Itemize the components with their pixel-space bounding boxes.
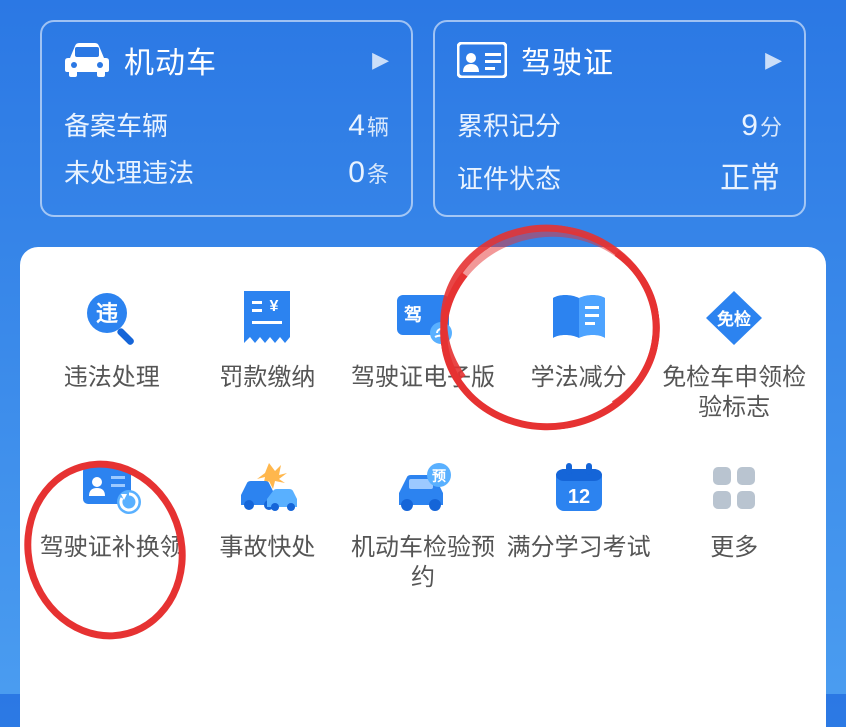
exempt-badge-icon: 免检 (699, 287, 769, 349)
svg-text:12: 12 (567, 486, 589, 508)
calendar-12-icon: 12 (544, 457, 614, 519)
service-license-replacement[interactable]: 驾驶证补换领 (34, 457, 190, 593)
receipt-icon: ¥ (232, 287, 302, 349)
license-card[interactable]: 驾驶证 ▶ 累积记分 9分 证件状态 正常 (433, 20, 806, 217)
id-card-icon (457, 42, 507, 78)
row-unit: 条 (367, 162, 389, 187)
service-label: 免检车申领检验标志 (656, 363, 812, 423)
row-value: 4 (348, 109, 365, 142)
svg-text:驾: 驾 (404, 304, 422, 325)
service-inspection-appointment[interactable]: 预 机动车检验预约 (345, 457, 501, 593)
open-book-icon (544, 287, 614, 349)
vehicle-card-header: 机动车 ▶ (64, 38, 389, 96)
service-label: 满分学习考试 (507, 533, 651, 563)
service-violation-handling[interactable]: 违 违法处理 (34, 287, 190, 423)
row-label: 累积记分 (457, 106, 561, 143)
vehicle-violations-row: 未处理违法 0条 (64, 153, 389, 190)
services-panel: 违 违法处理 ¥ 罚款缴纳 驾 (20, 247, 826, 727)
service-label: 驾驶证补换领 (40, 533, 184, 563)
row-label: 未处理违法 (64, 153, 194, 190)
license-points-row: 累积记分 9分 (457, 106, 782, 143)
vehicle-registered-row: 备案车辆 4辆 (64, 106, 389, 143)
chevron-right-icon: ▶ (765, 47, 782, 73)
service-full-points-study[interactable]: 12 满分学习考试 (501, 457, 657, 593)
chevron-right-icon: ▶ (372, 47, 389, 73)
services-grid: 违 违法处理 ¥ 罚款缴纳 驾 (34, 287, 812, 593)
license-card-header: 驾驶证 ▶ (457, 38, 782, 96)
service-accident-quick[interactable]: 事故快处 (190, 457, 346, 593)
service-exempt-inspection[interactable]: 免检 免检车申领检验标志 (656, 287, 812, 423)
row-value: 9 (741, 109, 758, 142)
service-label: 学法减分 (531, 363, 627, 393)
license-refresh-icon (77, 457, 147, 519)
more-grid-icon (699, 457, 769, 519)
row-unit: 辆 (367, 115, 389, 140)
violation-search-icon: 违 (77, 287, 147, 349)
service-label: 机动车检验预约 (345, 533, 501, 593)
vehicle-card-title: 机动车 (124, 38, 217, 82)
service-study-reduce-points[interactable]: 学法减分 (501, 287, 657, 423)
svg-text:免检: 免检 (717, 309, 751, 329)
service-fine-payment[interactable]: ¥ 罚款缴纳 (190, 287, 346, 423)
service-label: 违法处理 (64, 363, 160, 393)
row-unit: 分 (760, 115, 782, 140)
row-label: 备案车辆 (64, 106, 168, 143)
summary-cards-row: 机动车 ▶ 备案车辆 4辆 未处理违法 0条 (0, 0, 846, 217)
service-label: 罚款缴纳 (219, 363, 315, 393)
license-status-row: 证件状态 正常 (457, 153, 782, 197)
car-icon (64, 42, 110, 78)
row-value: 0 (348, 156, 365, 189)
service-e-license[interactable]: 驾 驾驶证电子版 (345, 287, 501, 423)
row-value: 正常 (720, 162, 780, 195)
vehicle-card[interactable]: 机动车 ▶ 备案车辆 4辆 未处理违法 0条 (40, 20, 413, 217)
service-label: 更多 (710, 533, 758, 563)
accident-icon (232, 457, 302, 519)
service-label: 驾驶证电子版 (351, 363, 495, 393)
e-license-icon: 驾 (388, 287, 458, 349)
svg-text:预: 预 (432, 468, 446, 484)
service-label: 事故快处 (219, 533, 315, 563)
license-card-title: 驾驶证 (521, 38, 614, 82)
svg-text:违: 违 (96, 301, 118, 326)
row-label: 证件状态 (457, 159, 561, 196)
service-more[interactable]: 更多 (656, 457, 812, 593)
inspection-appointment-icon: 预 (388, 457, 458, 519)
svg-text:¥: ¥ (270, 298, 279, 315)
